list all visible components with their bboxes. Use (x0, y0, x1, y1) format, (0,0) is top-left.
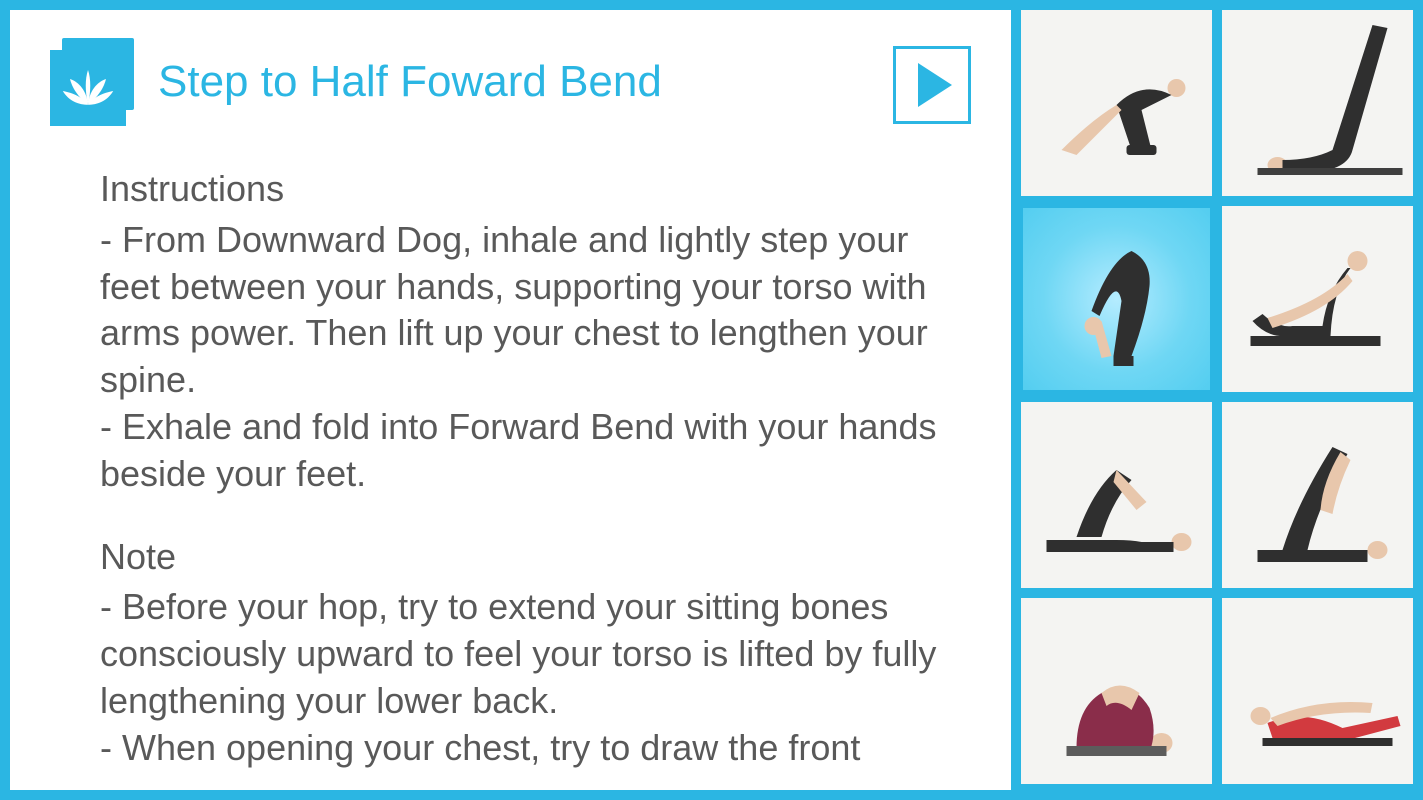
play-icon (918, 63, 952, 107)
pose-thumbnail[interactable] (1021, 206, 1212, 392)
pose-thumbnail-grid (1021, 10, 1413, 790)
main-detail-card: Step to Half Foward Bend Instructions - … (10, 10, 1011, 790)
pose-reclined-leg-raise-icon (1222, 402, 1413, 588)
header: Step to Half Foward Bend (50, 38, 971, 126)
pose-seated-forward-bend-icon (1222, 206, 1413, 392)
pose-thumbnail[interactable] (1222, 598, 1413, 784)
pose-thumbnail[interactable] (1021, 598, 1212, 784)
instructions-heading: Instructions (100, 166, 961, 213)
pose-step-half-forward-bend-icon (1021, 206, 1212, 392)
pose-reclined-knees-to-chest-icon (1021, 598, 1212, 784)
instructions-panel: Instructions - From Downward Dog, inhale… (50, 166, 971, 772)
note-heading: Note (100, 534, 961, 581)
play-button[interactable] (893, 46, 971, 124)
pose-supine-knee-bent-icon (1021, 402, 1212, 588)
pose-shoulder-stand-legs-up-icon (1222, 10, 1413, 196)
note-line: - When opening your chest, try to draw t… (100, 725, 961, 772)
pose-downward-dog-knees-icon (1021, 10, 1212, 196)
pose-title: Step to Half Foward Bend (158, 57, 662, 107)
app-root: Step to Half Foward Bend Instructions - … (0, 0, 1423, 800)
instruction-line: - From Downward Dog, inhale and lightly … (100, 217, 961, 404)
pose-thumbnail[interactable] (1021, 10, 1212, 196)
pose-thumbnail[interactable] (1222, 206, 1413, 392)
pose-thumbnail[interactable] (1021, 402, 1212, 588)
lotus-icon (50, 38, 138, 126)
pose-thumbnail[interactable] (1222, 10, 1413, 196)
note-line: - Before your hop, try to extend your si… (100, 584, 961, 724)
instruction-line: - Exhale and fold into Forward Bend with… (100, 404, 961, 498)
pose-prone-locust-icon (1222, 598, 1413, 784)
pose-thumbnail[interactable] (1222, 402, 1413, 588)
